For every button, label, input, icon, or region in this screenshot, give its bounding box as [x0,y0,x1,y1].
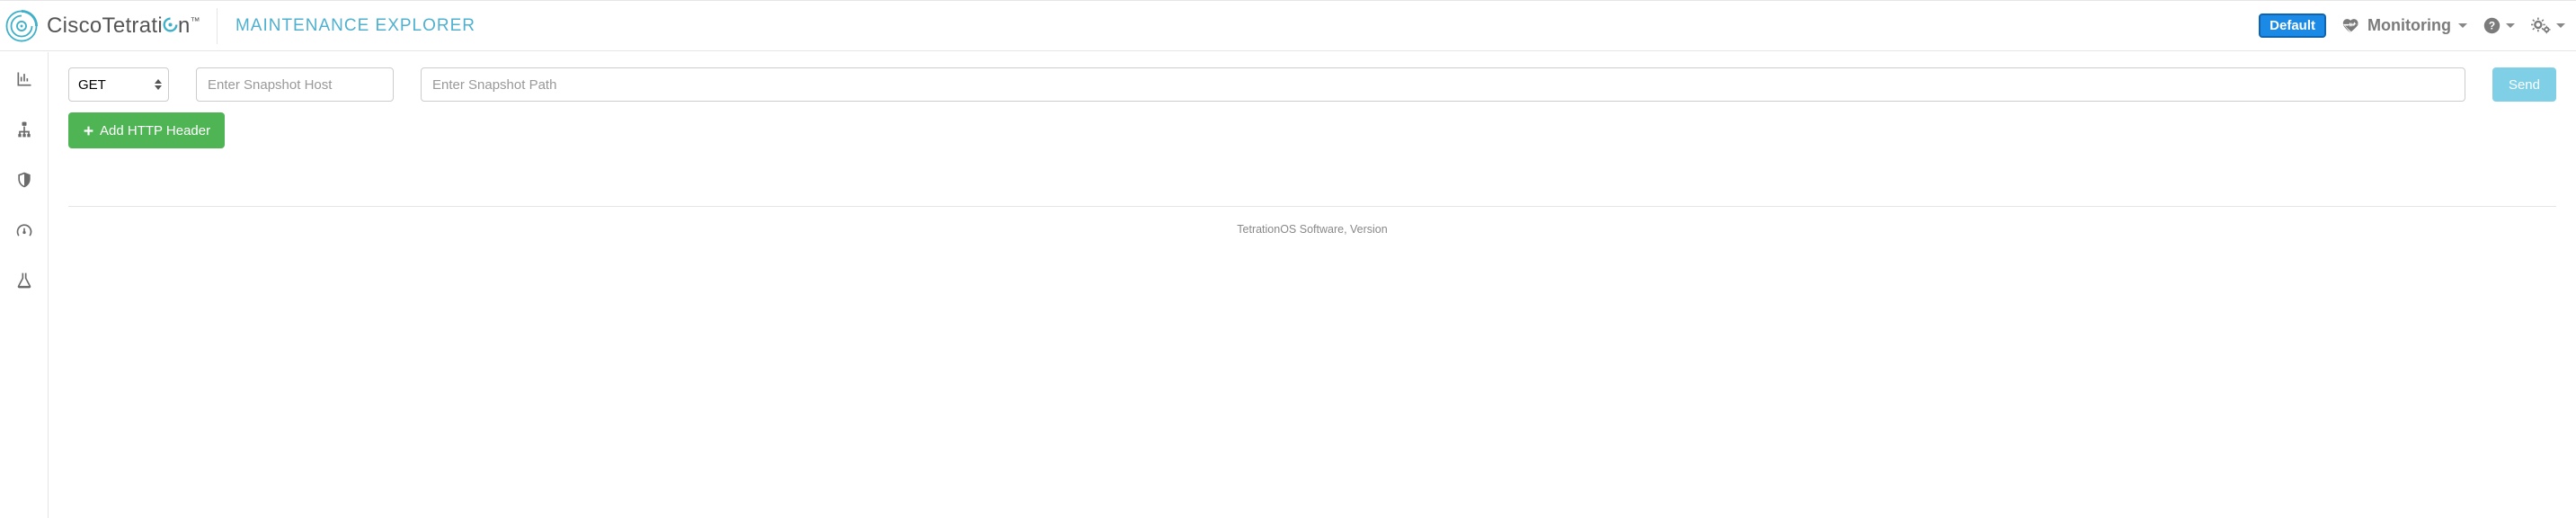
bar-chart-icon[interactable] [15,70,33,88]
send-button[interactable]: Send [2492,67,2556,102]
caret-down-icon [2506,23,2515,28]
top-bar: CiscoTetratin™ MAINTENANCE EXPLORER Defa… [0,0,2576,51]
brand-swirl-icon [163,15,178,34]
help-menu[interactable]: ? [2483,17,2515,34]
sitemap-icon[interactable] [15,121,33,138]
left-nav-rail [0,52,49,518]
gears-icon [2531,17,2551,35]
plus-icon [83,125,94,137]
monitoring-label: Monitoring [2367,16,2451,35]
monitoring-menu[interactable]: Monitoring [2342,16,2467,35]
caret-down-icon [2556,23,2565,28]
brand[interactable]: CiscoTetratin™ [5,8,218,44]
top-right-controls: Default Monitoring ? [2259,13,2565,38]
caret-down-icon [2458,23,2467,28]
add-header-label: Add HTTP Header [100,123,210,138]
dashboard-icon[interactable] [15,221,33,239]
footer-text: TetrationOS Software, Version [68,207,2556,236]
http-method-select[interactable]: GET [68,67,169,102]
flask-icon[interactable] [15,272,33,290]
settings-menu[interactable] [2531,17,2565,35]
help-icon: ? [2483,17,2500,34]
heartbeat-icon [2342,18,2360,34]
snapshot-host-input[interactable] [196,67,394,102]
page-title: MAINTENANCE EXPLORER [235,16,475,36]
main-content: GET Send Add HTTP Header TetrationOS Sof… [49,51,2576,236]
add-http-header-button[interactable]: Add HTTP Header [68,112,225,148]
request-row: GET Send [68,67,2556,102]
brand-text: CiscoTetratin™ [47,13,200,39]
snapshot-path-input[interactable] [421,67,2465,102]
scope-badge[interactable]: Default [2259,13,2326,38]
tetration-logo-icon [5,10,38,42]
shield-icon[interactable] [15,171,33,189]
svg-text:?: ? [2489,19,2495,31]
method-select-wrap: GET [68,67,169,102]
